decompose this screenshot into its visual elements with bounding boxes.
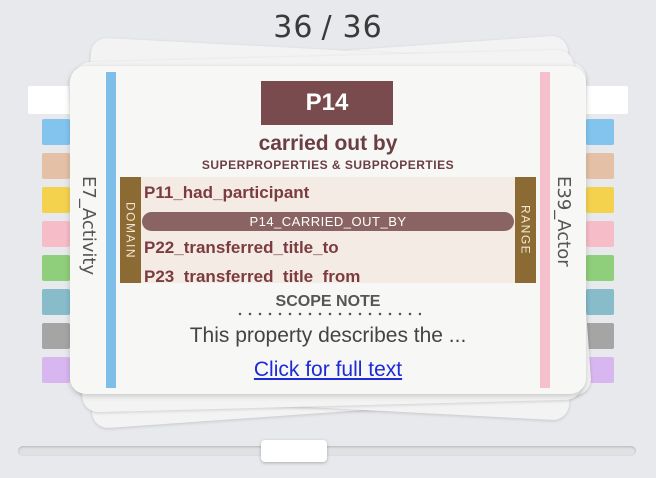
current-property-item: P14_CARRIED_OUT_BY	[142, 212, 514, 231]
color-tab[interactable]	[42, 153, 70, 179]
domain-side-label: DOMAIN	[120, 177, 141, 283]
color-tab[interactable]	[586, 119, 614, 145]
right-color-tabs	[586, 119, 614, 383]
hierarchy-heading: SUPERPROPERTIES & SUBPROPERTIES	[201, 158, 455, 172]
color-tab[interactable]	[586, 221, 614, 247]
card-slider-thumb[interactable]	[260, 440, 327, 462]
counter-separator: /	[321, 10, 333, 45]
property-title: carried out by	[258, 132, 398, 155]
color-tab[interactable]	[42, 357, 70, 383]
color-tab[interactable]	[42, 221, 70, 247]
full-text-link[interactable]: Click for full text	[70, 358, 586, 382]
range-label: RANGE	[518, 204, 533, 256]
color-tab[interactable]	[42, 255, 70, 281]
color-tab[interactable]	[42, 119, 70, 145]
property-card[interactable]: E7_Activity E39_Actor P14 carried out by…	[70, 66, 586, 394]
color-tab[interactable]	[42, 187, 70, 213]
card-slider-track[interactable]	[18, 446, 636, 456]
scope-note-heading: SCOPE NOTE	[275, 293, 381, 310]
current-card-number: 36	[273, 10, 314, 45]
color-tab[interactable]	[42, 323, 70, 349]
color-tab[interactable]	[586, 187, 614, 213]
scope-note-text: This property describes the ...	[189, 324, 467, 347]
subproperty-item[interactable]: P23_transferred_title_from	[144, 267, 360, 283]
range-side-label: RANGE	[515, 177, 536, 283]
subproperty-item[interactable]: P22_transferred_title_to	[144, 238, 339, 258]
color-tab[interactable]	[586, 153, 614, 179]
dotted-divider	[235, 312, 421, 316]
property-hierarchy-list[interactable]: DOMAIN RANGE P11_had_participant P14_CAR…	[120, 177, 536, 283]
color-tab[interactable]	[586, 289, 614, 315]
left-color-tabs	[42, 119, 70, 383]
property-code-badge: P14	[261, 81, 393, 125]
total-card-number: 36	[342, 10, 383, 45]
color-tab[interactable]	[586, 255, 614, 281]
domain-class-label: E7_Activity	[78, 176, 99, 276]
superproperty-item[interactable]: P11_had_participant	[144, 183, 309, 203]
color-tab[interactable]	[586, 323, 614, 349]
domain-label: DOMAIN	[123, 201, 138, 259]
color-tab[interactable]	[42, 289, 70, 315]
range-class-label: E39_Actor	[553, 176, 574, 267]
